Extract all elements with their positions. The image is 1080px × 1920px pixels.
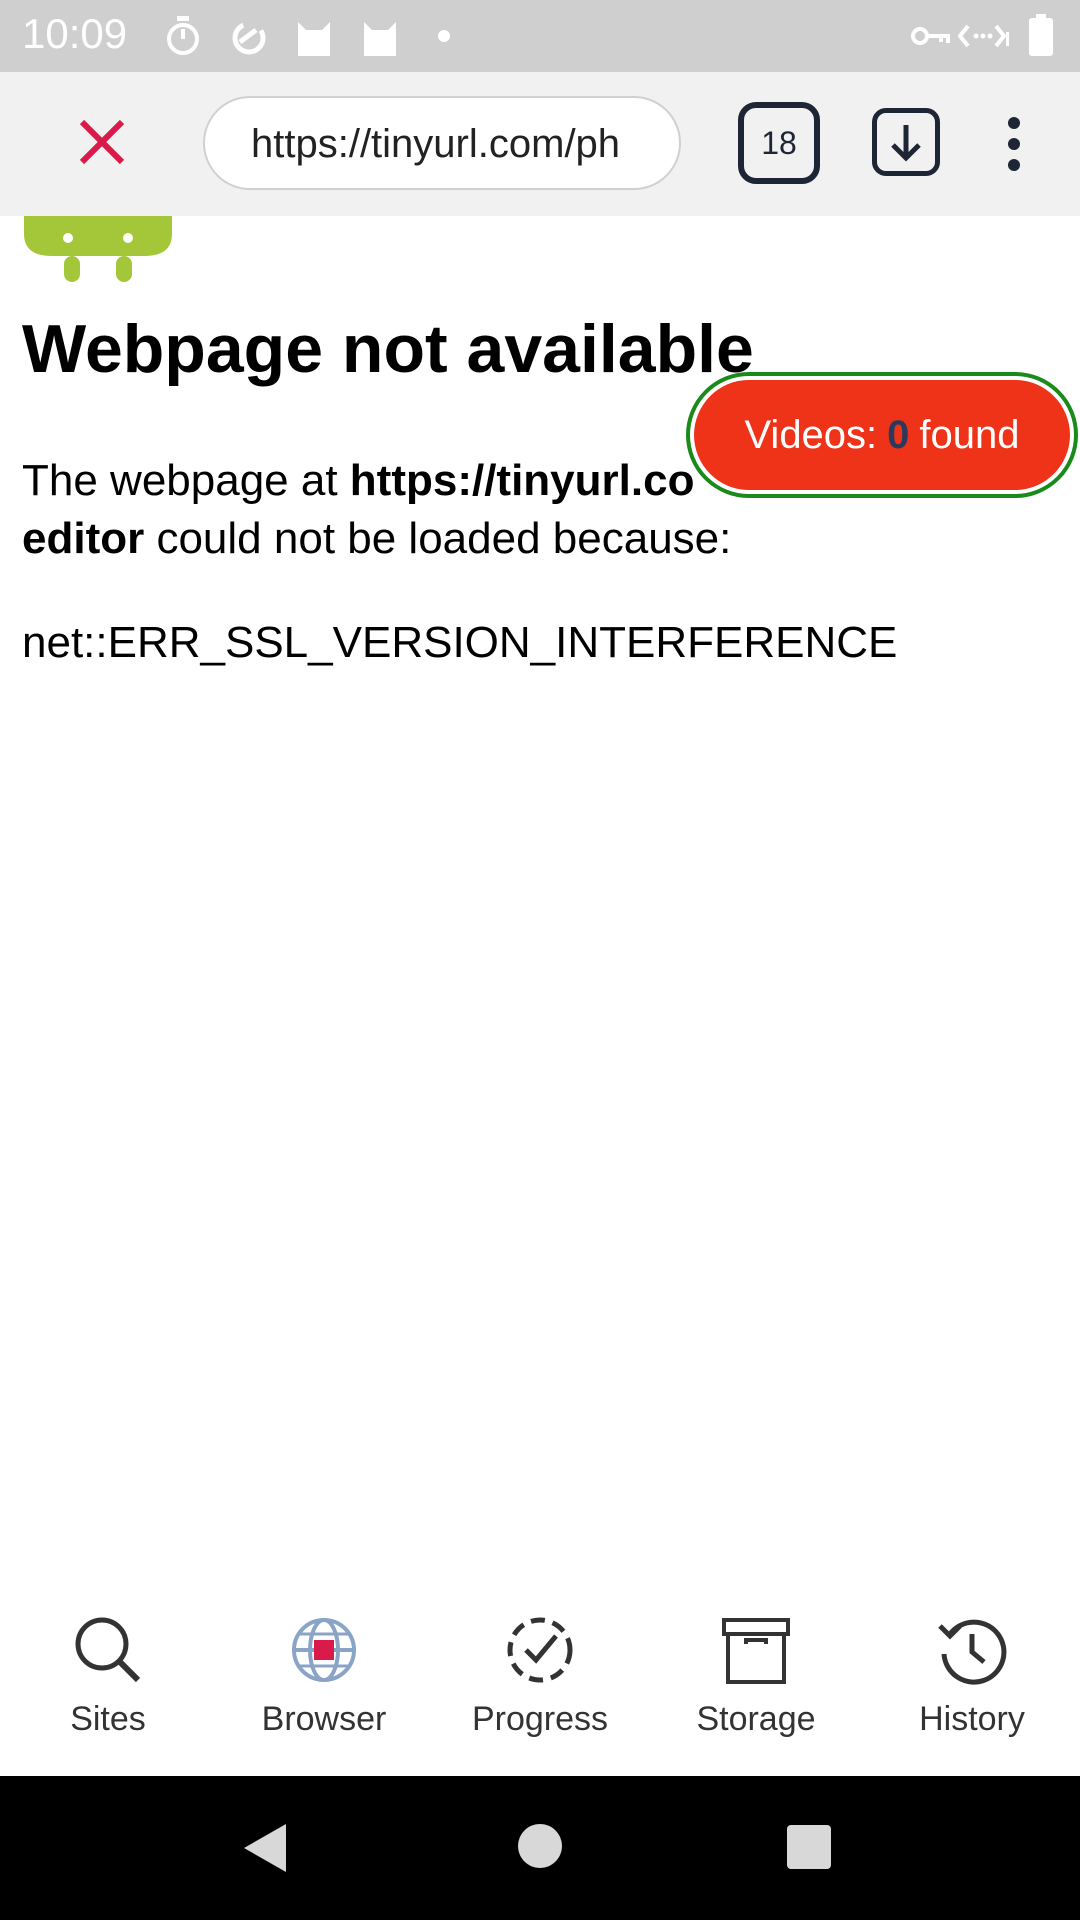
videos-found-button[interactable]: Videos: 0 found bbox=[686, 372, 1078, 498]
nav-label-browser: Browser bbox=[261, 1700, 387, 1738]
nav-label-sites: Sites bbox=[70, 1700, 146, 1738]
nav-item-sites[interactable]: Sites bbox=[0, 1576, 216, 1776]
url-text: https://tinyurl.com/ph bbox=[251, 122, 621, 166]
globe-icon bbox=[292, 1618, 356, 1682]
download-button[interactable] bbox=[872, 108, 940, 176]
close-icon bbox=[79, 119, 125, 165]
error-url-line2: editor bbox=[22, 514, 145, 563]
error-text-suffix: could not be loaded because: bbox=[144, 514, 732, 563]
timer-icon bbox=[167, 16, 199, 55]
history-icon bbox=[938, 1619, 1007, 1685]
status-time: 10:09 bbox=[22, 10, 128, 57]
tab-count: 18 bbox=[761, 124, 797, 161]
battery-icon bbox=[1029, 14, 1053, 56]
url-field[interactable]: https://tinyurl.com/ph bbox=[203, 96, 681, 190]
nav-item-storage[interactable]: Storage bbox=[648, 1576, 864, 1776]
system-navigation-bar bbox=[0, 1776, 1080, 1920]
back-icon[interactable] bbox=[240, 1820, 290, 1876]
browser-toolbar: https://tinyurl.com/ph 18 bbox=[0, 72, 1080, 216]
archive-box-icon bbox=[722, 1618, 790, 1684]
close-button[interactable] bbox=[70, 110, 134, 174]
bottom-navigation: Sites Browser Progress Storage History bbox=[0, 1576, 1080, 1776]
videos-found-pill: Videos: 0 found bbox=[694, 380, 1070, 490]
home-icon[interactable] bbox=[516, 1822, 564, 1870]
tabs-button[interactable]: 18 bbox=[738, 102, 820, 184]
nav-label-storage: Storage bbox=[696, 1700, 816, 1738]
nav-item-progress[interactable]: Progress bbox=[432, 1576, 648, 1776]
videos-label: Videos: bbox=[744, 412, 878, 457]
android-robot-icon bbox=[24, 216, 172, 282]
error-text-prefix: The webpage at bbox=[22, 456, 350, 505]
overflow-menu-button[interactable] bbox=[1000, 116, 1028, 172]
vpn-key-icon bbox=[911, 27, 950, 45]
cat-icon bbox=[298, 22, 330, 56]
nav-label-history: History bbox=[919, 1700, 1025, 1738]
cat-icon bbox=[364, 22, 396, 56]
status-icons-right bbox=[910, 14, 1060, 58]
search-icon bbox=[75, 1617, 141, 1683]
error-url: https://tinyurl.co bbox=[349, 456, 695, 505]
recents-icon[interactable] bbox=[786, 1824, 832, 1870]
progress-check-icon bbox=[507, 1617, 573, 1683]
data-transfer-icon bbox=[958, 24, 1009, 48]
videos-count: 0 bbox=[887, 412, 910, 457]
nav-item-browser[interactable]: Browser bbox=[216, 1576, 432, 1776]
download-icon bbox=[891, 125, 921, 162]
nav-item-history[interactable]: History bbox=[864, 1576, 1080, 1776]
error-code: net::ERR_SSL_VERSION_INTERFERENCE bbox=[22, 618, 898, 667]
data-saver-icon bbox=[232, 21, 266, 55]
nav-label-progress: Progress bbox=[471, 1700, 609, 1738]
status-bar: 10:09 bbox=[0, 0, 1080, 72]
videos-found-label: found bbox=[919, 412, 1020, 457]
error-heading: Webpage not available bbox=[22, 311, 754, 387]
more-vert-icon bbox=[1008, 117, 1020, 171]
dot-icon bbox=[438, 30, 450, 42]
